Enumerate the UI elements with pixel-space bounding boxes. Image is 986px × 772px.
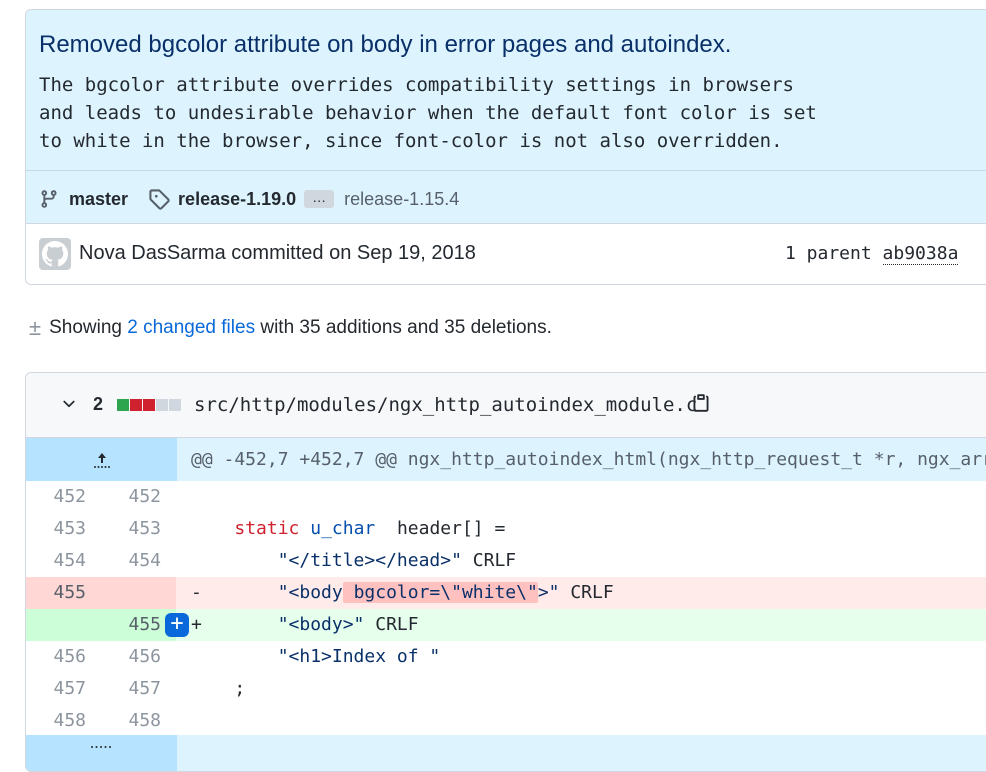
diff-line: 452 452 xyxy=(26,481,986,513)
commit-description: The bgcolor attribute overrides compatib… xyxy=(39,71,817,155)
diff-line: 453 453 static u_char header[] = xyxy=(26,513,986,545)
expand-down-button[interactable] xyxy=(26,735,177,771)
branch-tag-row: master release-1.19.0 … release-1.15.4 xyxy=(39,185,459,213)
expand-up-icon xyxy=(93,452,110,468)
commit-description-line: and leads to undesirable behavior when t… xyxy=(39,102,817,124)
commit-description-line: to white in the browser, since font-colo… xyxy=(39,130,783,152)
expand-tags-button[interactable]: … xyxy=(304,190,335,208)
code-token: "<body>" xyxy=(277,614,365,635)
divider xyxy=(26,170,986,171)
new-line-number[interactable]: 454 xyxy=(111,545,161,577)
diff-line: 456 456 "<h1>Index of " xyxy=(26,641,986,673)
commit-title: Removed bgcolor attribute on body in err… xyxy=(39,31,732,58)
file-diff: 2 src/http/modules/ngx_http_autoindex_mo… xyxy=(25,372,986,772)
code-token: "<body bgcolor=\"white\">" xyxy=(277,582,560,603)
diffstat-block xyxy=(156,399,168,411)
code-text: + "<body>" CRLF xyxy=(191,614,419,635)
add-comment-button[interactable]: + xyxy=(165,613,189,637)
author-line: Nova DasSarma committed on Sep 19, 2018 xyxy=(79,242,476,265)
diffstat-block xyxy=(117,399,129,411)
code-text: - "<body bgcolor=\"white\">" CRLF xyxy=(191,582,614,603)
code-text: static u_char header[] = xyxy=(234,518,506,539)
diff-line: 457 457 ; xyxy=(26,673,986,705)
plus-minus-icon: ± xyxy=(29,315,42,340)
diff-summary: ± Showing 2 changed files with 35 additi… xyxy=(29,315,552,341)
hunk-header: @@ -452,7 +452,7 @@ ngx_http_autoindex_h… xyxy=(26,438,986,481)
old-line-number[interactable]: 452 xyxy=(36,481,86,513)
copy-clipboard-icon[interactable] xyxy=(691,392,711,414)
file-path[interactable]: src/http/modules/ngx_http_autoindex_modu… xyxy=(194,394,697,416)
tag-name-first: release-1.19.0 xyxy=(178,188,297,209)
change-count: 2 xyxy=(93,394,104,414)
code-text: "<h1>Index of " xyxy=(191,641,441,673)
new-line-number[interactable]: 456 xyxy=(111,641,161,673)
summary-suffix: with 35 additions and 35 deletions. xyxy=(260,317,552,338)
diff-line-addition: 455 + + "<body>" CRLF xyxy=(26,609,986,641)
commit-meta: Nova DasSarma committed on Sep 19, 2018 … xyxy=(26,224,986,284)
old-line-number[interactable]: 457 xyxy=(36,673,86,705)
diffstat-block xyxy=(143,399,155,411)
diffstat-block xyxy=(130,399,142,411)
diff-marker: + xyxy=(191,614,202,635)
old-line-number[interactable]: 454 xyxy=(36,545,86,577)
diff-line: 454 454 "</title></head>" CRLF xyxy=(26,545,986,577)
diffstat-block xyxy=(169,399,181,411)
git-branch-icon xyxy=(41,190,57,208)
new-line-number[interactable]: 458 xyxy=(111,705,161,737)
parent-sha-link[interactable]: ab9038a xyxy=(882,243,959,265)
commit-box: Removed bgcolor attribute on body in err… xyxy=(25,9,986,285)
new-line-number[interactable]: 452 xyxy=(111,481,161,513)
summary-prefix: Showing xyxy=(49,317,122,338)
new-line-number[interactable]: 457 xyxy=(111,673,161,705)
avatar[interactable] xyxy=(39,238,71,270)
code-token: "</title></head>" xyxy=(277,550,462,571)
code-token: static xyxy=(234,518,300,539)
tag-icon xyxy=(149,189,170,210)
new-line-number[interactable]: 453 xyxy=(111,513,161,545)
code-text: ; xyxy=(191,678,246,699)
commit-header: Removed bgcolor attribute on body in err… xyxy=(26,10,986,224)
gutter-bg xyxy=(26,609,101,641)
changed-files-link[interactable]: 2 changed files xyxy=(127,317,255,339)
expand-up-button[interactable] xyxy=(26,438,177,481)
branch-name: master xyxy=(69,188,129,209)
tag-link[interactable]: release-1.19.0 xyxy=(148,188,296,210)
parent-label: 1 parent xyxy=(785,243,872,264)
diff-line-deletion: 455 - "<body bgcolor=\"white\">" CRLF xyxy=(26,577,986,609)
expand-dots-icon xyxy=(90,746,111,748)
diff-marker: - xyxy=(191,582,202,603)
commit-description-line: The bgcolor attribute overrides compatib… xyxy=(39,74,794,96)
code-text: "</title></head>" CRLF xyxy=(277,550,517,571)
branch-link[interactable]: master xyxy=(39,188,128,210)
old-line-number[interactable]: 455 xyxy=(36,577,86,609)
tag-name-last[interactable]: release-1.15.4 xyxy=(344,189,459,210)
parent-info: 1 parent ab9038a xyxy=(785,243,959,265)
chevron-down-icon[interactable] xyxy=(60,395,78,413)
new-line-number[interactable]: 455 xyxy=(111,609,161,641)
author-name[interactable]: Nova DasSarma xyxy=(79,242,226,264)
old-line-number[interactable]: 458 xyxy=(36,705,86,737)
gutter-bg xyxy=(101,577,176,609)
hunk-header-text: @@ -452,7 +452,7 @@ ngx_http_autoindex_h… xyxy=(191,449,986,470)
old-line-number[interactable]: 456 xyxy=(36,641,86,673)
file-header: 2 src/http/modules/ngx_http_autoindex_mo… xyxy=(26,373,986,438)
diff-line: 458 458 xyxy=(26,705,986,737)
expand-down-row xyxy=(26,735,986,771)
diffstat-bar xyxy=(117,399,181,411)
code-token: u_char xyxy=(310,518,376,539)
deleted-highlight: bgcolor=\"white\" xyxy=(342,582,538,603)
code-token: "<h1>Index of " xyxy=(277,646,441,667)
old-line-number[interactable]: 453 xyxy=(36,513,86,545)
committed-date: committed on Sep 19, 2018 xyxy=(231,242,476,264)
github-mark-icon xyxy=(42,241,68,267)
